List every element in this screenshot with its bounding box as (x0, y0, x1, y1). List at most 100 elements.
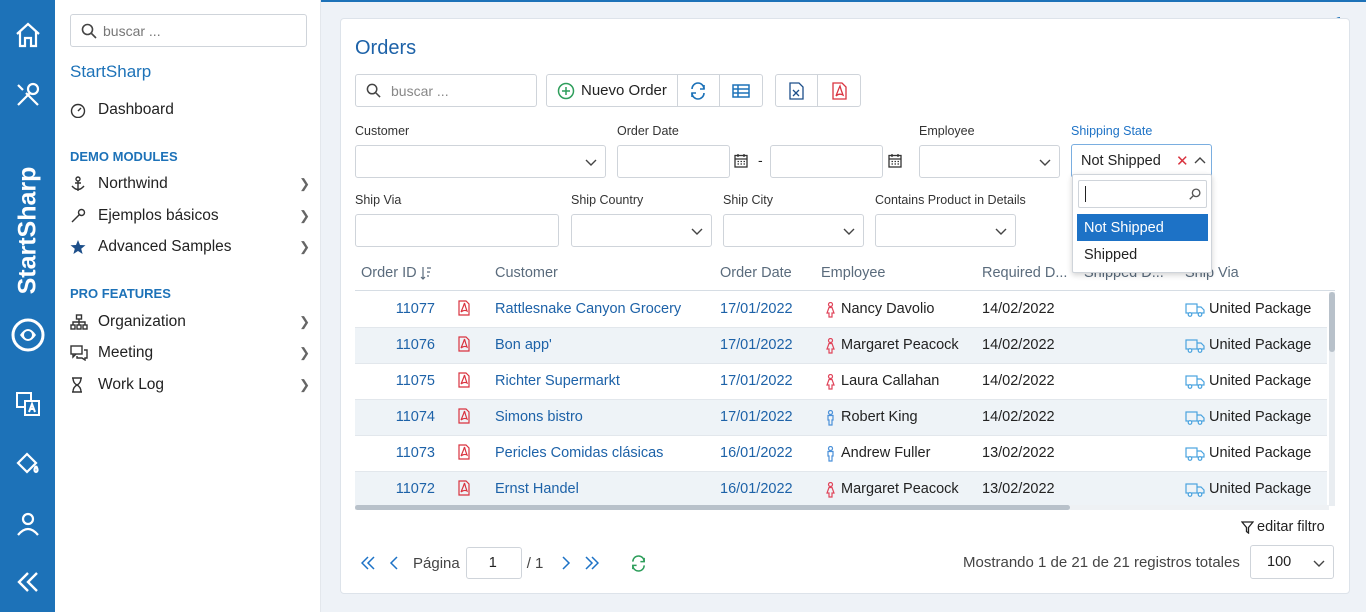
order-date-end-input[interactable] (770, 145, 883, 178)
table-row[interactable]: 11077 Rattlesnake Canyon Grocery 17/01/202… (355, 292, 1327, 328)
sidebar-item-advanced[interactable]: Advanced Samples ❯ (70, 234, 310, 260)
pdf-icon[interactable] (458, 480, 470, 500)
table-row[interactable]: 11075 Richter Supermarkt 17/01/2022 Laura C… (355, 364, 1327, 400)
top-accent-line (321, 0, 1366, 2)
order-date-cell[interactable]: 16/01/2022 (720, 445, 793, 461)
person-male-icon (826, 445, 835, 466)
dropdown-option-not-shipped[interactable]: Not Shipped (1077, 214, 1208, 241)
chevron-down-icon (1039, 155, 1051, 171)
shipping-state-filter-select[interactable]: Not Shipped ✕ (1071, 144, 1212, 178)
first-page-icon[interactable] (355, 556, 381, 570)
horizontal-scrollbar[interactable] (355, 505, 1329, 510)
sidebar-item-worklog[interactable]: Work Log ❯ (70, 372, 310, 398)
column-header-required-date[interactable]: Required D... (982, 265, 1067, 281)
tools-icon[interactable] (0, 75, 55, 115)
dropdown-search-input[interactable] (1078, 180, 1207, 208)
order-id-link[interactable]: 11076 (396, 337, 435, 353)
dropdown-option-shipped[interactable]: Shipped (1077, 241, 1208, 268)
calendar-icon[interactable] (734, 153, 748, 171)
truck-icon (1185, 303, 1205, 321)
sidebar-item-dashboard[interactable]: Dashboard (70, 97, 310, 123)
customer-link[interactable]: Bon app' (495, 337, 552, 353)
page-title: Orders (355, 37, 417, 59)
edit-filter-link[interactable]: editar filtro (1241, 519, 1325, 535)
order-id-link[interactable]: 11075 (396, 373, 435, 389)
order-id-link[interactable]: 11072 (396, 481, 435, 497)
person-male-icon (826, 409, 835, 430)
chevron-right-icon: ❯ (299, 345, 310, 360)
contains-product-filter-select[interactable] (875, 214, 1016, 247)
pdf-export-button[interactable] (818, 75, 860, 106)
pdf-icon[interactable] (458, 336, 470, 356)
order-date-cell[interactable]: 17/01/2022 (720, 337, 793, 353)
ship-city-filter-label: Ship City (723, 193, 774, 207)
order-date-cell[interactable]: 16/01/2022 (720, 481, 793, 497)
customer-link[interactable]: Simons bistro (495, 409, 583, 425)
sidebar-search-input[interactable]: buscar ... (70, 14, 307, 47)
table-row[interactable]: 11074 Simons bistro 17/01/2022 Robert King 1… (355, 400, 1327, 436)
pdf-file-icon (831, 81, 847, 100)
order-date-cell[interactable]: 17/01/2022 (720, 301, 793, 317)
prev-page-icon[interactable] (381, 556, 407, 570)
next-page-icon[interactable] (553, 556, 579, 570)
sidebar-item-label: Work Log (98, 376, 165, 393)
column-header-employee[interactable]: Employee (821, 265, 885, 281)
sidebar-item-meeting[interactable]: Meeting ❯ (70, 340, 310, 366)
ship-city-filter-select[interactable] (723, 214, 864, 247)
calendar-icon[interactable] (888, 153, 902, 171)
reload-icon[interactable] (625, 554, 651, 572)
employee-cell: Margaret Peacock (841, 481, 959, 497)
user-icon[interactable] (0, 504, 55, 544)
page-size-select[interactable]: 100 (1250, 545, 1334, 579)
pdf-icon[interactable] (458, 300, 470, 320)
customer-link[interactable]: Pericles Comidas clásicas (495, 445, 663, 461)
ship-via-filter-select[interactable] (355, 214, 559, 247)
chat-icon (70, 345, 98, 361)
pdf-icon[interactable] (458, 444, 470, 464)
order-id-link[interactable]: 11074 (396, 409, 435, 425)
truck-icon (1185, 483, 1205, 501)
scrollbar-thumb[interactable] (1329, 292, 1335, 352)
grid-search-input[interactable]: buscar ... (355, 74, 537, 107)
table-columns-icon (732, 83, 750, 98)
order-date-cell[interactable]: 17/01/2022 (720, 373, 793, 389)
excel-export-button[interactable] (776, 75, 818, 106)
vertical-scrollbar[interactable] (1329, 292, 1335, 506)
page-number-input[interactable]: 1 (465, 547, 522, 579)
column-header-customer[interactable]: Customer (495, 265, 558, 281)
ship-country-filter-select[interactable] (571, 214, 712, 247)
hourglass-icon (70, 377, 98, 393)
customer-filter-select[interactable] (355, 145, 606, 178)
employee-filter-select[interactable] (919, 145, 1060, 178)
table-row[interactable]: 11073 Pericles Comidas clásicas 16/01/2022… (355, 436, 1327, 472)
refresh-button[interactable] (678, 75, 720, 106)
customer-link[interactable]: Richter Supermarkt (495, 373, 620, 389)
ship-via-cell: United Package (1209, 373, 1312, 389)
order-date-start-input[interactable] (617, 145, 730, 178)
last-page-icon[interactable] (579, 556, 605, 570)
order-id-link[interactable]: 11077 (396, 301, 435, 317)
anchor-icon (70, 176, 98, 192)
column-header-order-id[interactable]: Order ID (361, 265, 417, 281)
sidebar-item-organization[interactable]: Organization ❯ (70, 309, 310, 335)
pdf-icon[interactable] (458, 372, 470, 392)
paint-bucket-icon[interactable] (0, 443, 55, 483)
new-order-button[interactable]: Nuevo Order (547, 75, 678, 106)
customer-link[interactable]: Ernst Handel (495, 481, 579, 497)
home-icon[interactable] (0, 15, 55, 55)
scrollbar-thumb[interactable] (355, 505, 1070, 510)
customer-link[interactable]: Rattlesnake Canyon Grocery (495, 301, 681, 317)
table-row[interactable]: 11072 Ernst Handel 16/01/2022 Margaret Peac… (355, 472, 1327, 508)
clear-x-icon[interactable]: ✕ (1176, 152, 1189, 170)
column-picker-button[interactable] (720, 75, 762, 106)
sidebar-item-northwind[interactable]: Northwind ❯ (70, 171, 310, 197)
column-header-order-date[interactable]: Order Date (720, 265, 792, 281)
order-id-link[interactable]: 11073 (396, 445, 435, 461)
order-date-cell[interactable]: 17/01/2022 (720, 409, 793, 425)
sidebar-item-ejemplos[interactable]: Ejemplos básicos ❯ (70, 203, 310, 229)
collapse-icon[interactable] (0, 562, 55, 602)
pdf-icon[interactable] (458, 408, 470, 428)
app-name: StartSharp (70, 62, 152, 81)
table-row[interactable]: 11076 Bon app' 17/01/2022 Margaret Peacock 1… (355, 328, 1327, 364)
translate-icon[interactable] (0, 384, 55, 424)
